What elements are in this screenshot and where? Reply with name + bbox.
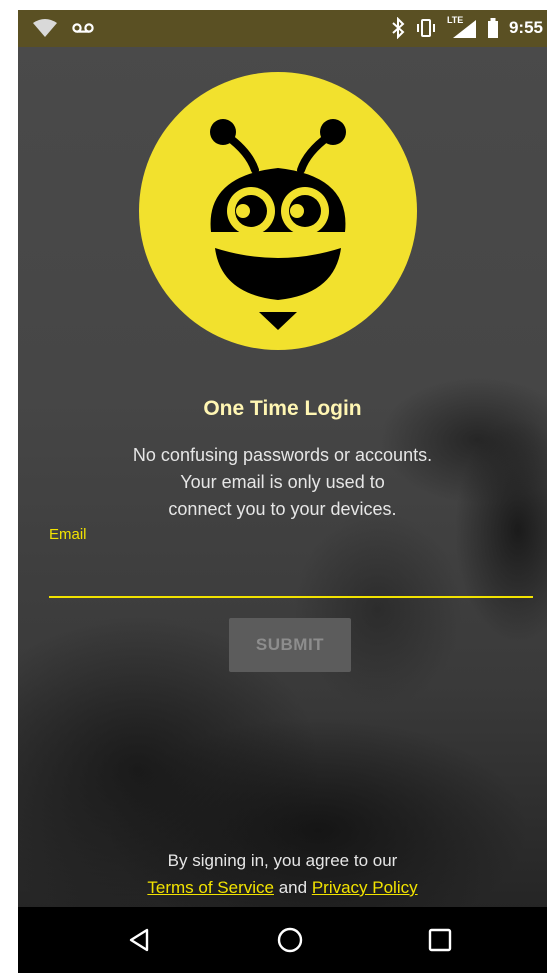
back-icon[interactable]: [124, 924, 156, 956]
app-logo: [139, 72, 417, 350]
email-field[interactable]: [49, 556, 533, 598]
terms-of-service-link[interactable]: Terms of Service: [147, 878, 274, 897]
recents-icon[interactable]: [424, 924, 456, 956]
page-subtitle: No confusing passwords or accounts. Your…: [18, 442, 547, 523]
voicemail-icon: [72, 23, 94, 33]
bee-logo-icon: [139, 72, 417, 350]
app-screen: LTE 9:55 One Time Login No confusing pas…: [18, 10, 547, 973]
vibrate-icon: [416, 19, 435, 37]
legal-prefix: By signing in, you agree to our: [167, 851, 398, 870]
submit-button[interactable]: SUBMIT: [229, 618, 351, 672]
legal-links-line: Terms of Service and Privacy Policy: [18, 874, 547, 901]
battery-icon: [487, 18, 498, 38]
status-clock: 9:55: [508, 18, 543, 37]
wifi-icon: [33, 19, 57, 37]
subtitle-line: Your email is only used to: [180, 472, 385, 492]
home-icon[interactable]: [274, 924, 306, 956]
lte-signal-icon: LTE: [447, 15, 477, 39]
page-title: One Time Login: [203, 397, 362, 420]
legal-conjunction: and: [278, 878, 308, 897]
legal-notice: By signing in, you agree to our Terms of…: [18, 847, 547, 901]
privacy-policy-link[interactable]: Privacy Policy: [312, 878, 418, 897]
email-label: Email: [49, 526, 87, 543]
subtitle-line: connect you to your devices.: [168, 499, 397, 519]
subtitle-line: No confusing passwords or accounts.: [132, 445, 433, 465]
bluetooth-icon: [392, 17, 405, 39]
status-bar: LTE 9:55: [18, 10, 547, 47]
navigation-bar: [18, 907, 547, 973]
